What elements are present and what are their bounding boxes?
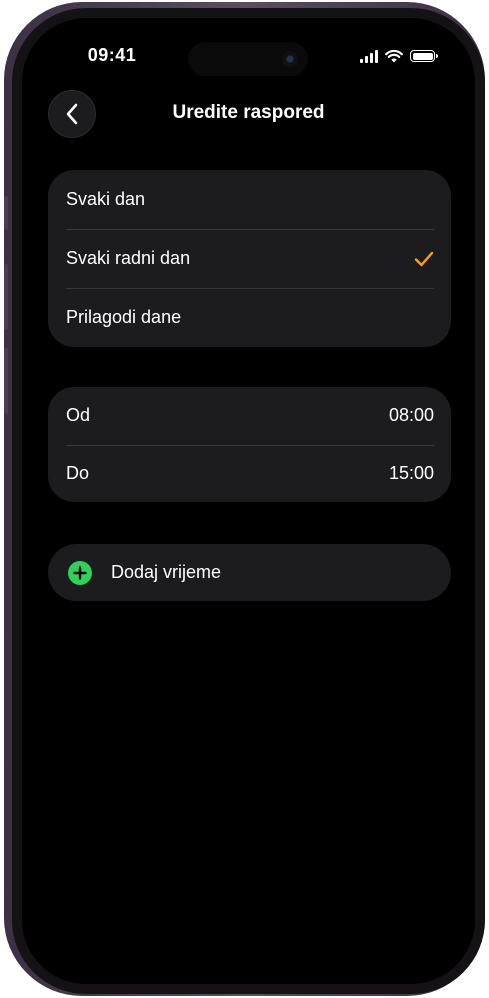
time-range-group: Od 08:00 Do 15:00 bbox=[48, 387, 451, 502]
option-label: Svaki dan bbox=[66, 189, 146, 209]
checkmark-icon bbox=[414, 251, 434, 267]
days-options-group: Svaki dan Svaki radni dan Prilagodi dane bbox=[48, 170, 451, 347]
camera-icon bbox=[282, 51, 298, 67]
dynamic-island bbox=[188, 42, 308, 76]
time-to-label: Do bbox=[66, 462, 90, 483]
status-icons bbox=[360, 48, 438, 64]
add-time-label: Dodaj vrijeme bbox=[111, 562, 222, 582]
screen: 09:41 Uredite raspored Svaki dan Svaki r… bbox=[22, 18, 475, 984]
phone-frame: 09:41 Uredite raspored Svaki dan Svaki r… bbox=[4, 2, 485, 996]
add-time-button[interactable]: Dodaj vrijeme bbox=[48, 544, 451, 601]
battery-icon bbox=[410, 50, 438, 62]
time-to-value[interactable]: 15:00 bbox=[389, 463, 434, 484]
option-every-weekday[interactable]: Svaki radni dan bbox=[48, 229, 451, 288]
time-to-row[interactable]: Do 15:00 bbox=[48, 444, 451, 503]
option-custom-days[interactable]: Prilagodi dane bbox=[48, 288, 451, 347]
wifi-icon bbox=[385, 49, 403, 63]
option-label: Prilagodi dane bbox=[66, 307, 182, 327]
volume-down-button bbox=[4, 348, 8, 414]
status-time: 09:41 bbox=[87, 45, 137, 65]
volume-up-button bbox=[4, 264, 8, 330]
page-title: Uredite raspored bbox=[172, 102, 325, 123]
time-from-label: Od bbox=[66, 405, 91, 426]
time-from-row[interactable]: Od 08:00 bbox=[48, 387, 451, 445]
option-label: Svaki radni dan bbox=[66, 248, 191, 268]
cellular-signal-icon bbox=[360, 49, 378, 63]
plus-circle-icon bbox=[68, 560, 92, 585]
time-from-value[interactable]: 08:00 bbox=[389, 405, 434, 426]
action-button bbox=[4, 196, 8, 230]
option-every-day[interactable]: Svaki dan bbox=[48, 170, 451, 229]
